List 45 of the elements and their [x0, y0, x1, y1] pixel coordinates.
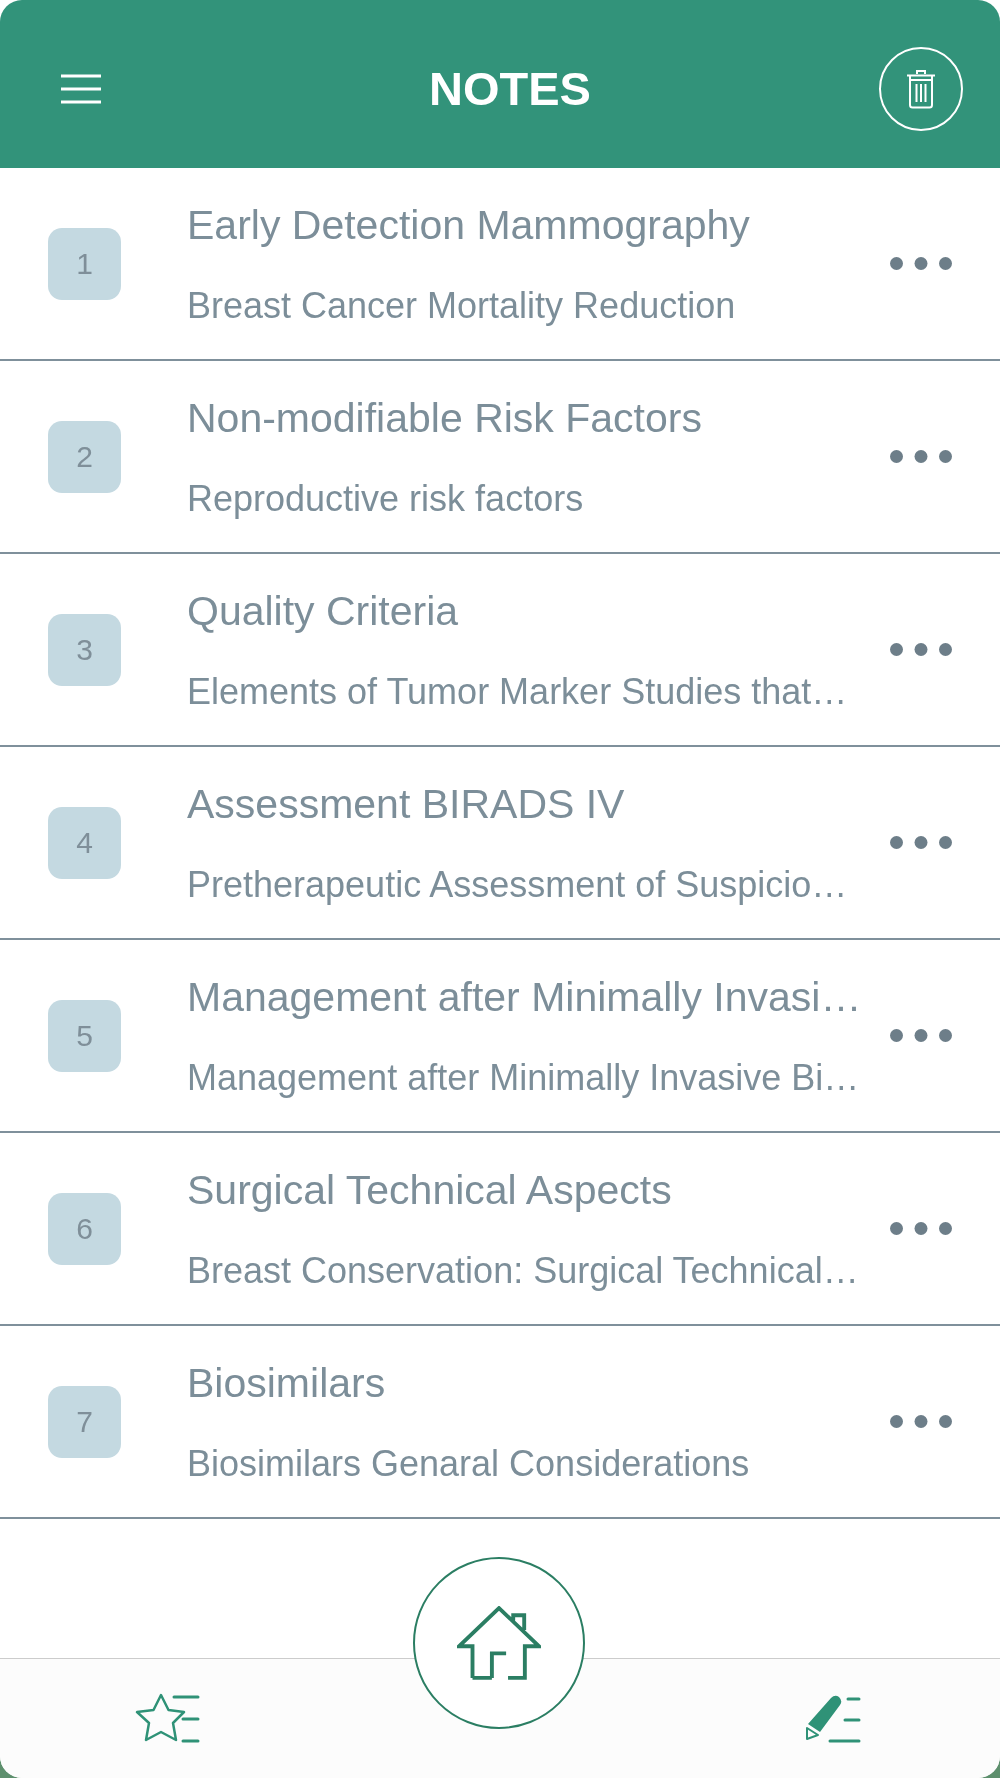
ellipsis-icon: [890, 1222, 952, 1235]
menu-button[interactable]: [61, 74, 101, 104]
note-number: 1: [48, 227, 121, 300]
more-button[interactable]: [890, 1029, 952, 1042]
note-subtitle: Breast Conservation: Surgical Technical…: [187, 1249, 859, 1292]
note-subtitle: Breast Cancer Mortality Reduction: [187, 284, 736, 327]
note-title: Early Detection Mammography: [187, 200, 750, 249]
more-button[interactable]: [890, 836, 952, 849]
note-title: Biosimilars: [187, 1358, 386, 1407]
more-button[interactable]: [890, 1222, 952, 1235]
delete-button[interactable]: [879, 47, 963, 131]
more-button[interactable]: [890, 643, 952, 656]
ellipsis-icon: [890, 450, 952, 463]
more-button[interactable]: [890, 257, 952, 270]
note-number: 4: [48, 806, 121, 879]
ellipsis-icon: [890, 836, 952, 849]
note-title: Management after Minimally Invasi…: [187, 972, 862, 1021]
more-button[interactable]: [890, 450, 952, 463]
note-number: 7: [48, 1385, 121, 1458]
note-title: Assessment BIRADS IV: [187, 779, 625, 828]
home-icon: [457, 1606, 541, 1680]
star-list-icon: [134, 1692, 200, 1745]
note-number: 3: [48, 613, 121, 686]
ellipsis-icon: [890, 643, 952, 656]
note-title: Surgical Technical Aspects: [187, 1165, 672, 1214]
note-subtitle: Reproductive risk factors: [187, 477, 584, 520]
edit-notes-button[interactable]: [805, 1694, 861, 1743]
note-subtitle: Pretherapeutic Assessment of Suspicio…: [187, 863, 848, 906]
favorites-button[interactable]: [134, 1692, 200, 1745]
note-number: 2: [48, 420, 121, 493]
note-subtitle: Elements of Tumor Marker Studies that…: [187, 670, 848, 713]
header-title: NOTES: [428, 61, 591, 117]
note-number: 5: [48, 999, 121, 1072]
note-title: Quality Criteria: [187, 586, 459, 635]
pencil-list-icon: [805, 1694, 861, 1743]
ellipsis-icon: [890, 257, 952, 270]
ellipsis-icon: [890, 1415, 952, 1428]
trash-icon: [906, 69, 936, 109]
note-number: 6: [48, 1192, 121, 1265]
menu-icon: [61, 74, 101, 104]
more-button[interactable]: [890, 1415, 952, 1428]
note-subtitle: Management after Minimally Invasive Bi…: [187, 1056, 860, 1099]
note-title: Non-modifiable Risk Factors: [187, 393, 702, 442]
note-subtitle: Biosimilars Genaral Considerations: [187, 1442, 750, 1485]
ellipsis-icon: [890, 1029, 952, 1042]
